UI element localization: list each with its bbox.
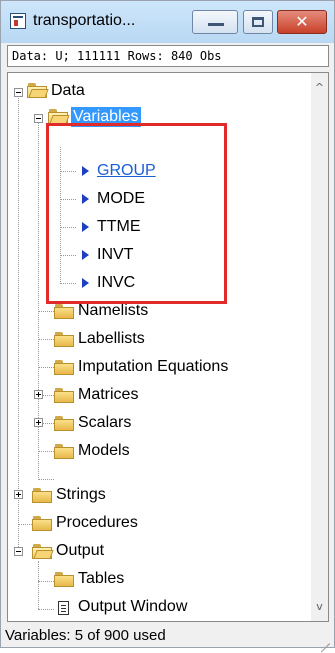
status-text: Variables: 5 of 900 used: [5, 627, 166, 644]
expander-minus-icon[interactable]: [14, 547, 23, 556]
folder-open-icon: [32, 544, 54, 559]
tree-line: [38, 367, 54, 368]
maximize-icon: [252, 17, 264, 27]
highlight-box: [46, 123, 227, 304]
folder-open-icon: [27, 83, 49, 98]
tree-line: [38, 451, 54, 452]
tree-line: [38, 479, 54, 480]
tree-line: [38, 339, 54, 340]
expander-plus-icon[interactable]: [34, 390, 43, 399]
folder-open-icon: [48, 109, 70, 124]
tree-node-matrices[interactable]: Matrices: [78, 385, 138, 405]
folder-icon: [54, 416, 74, 431]
app-icon[interactable]: [10, 13, 26, 29]
folder-icon: [54, 332, 74, 347]
tree-node-procedures[interactable]: Procedures: [56, 513, 138, 533]
expander-plus-icon[interactable]: [14, 490, 23, 499]
tree-line: [38, 561, 39, 609]
tree-line: [38, 311, 54, 312]
resize-grip-icon[interactable]: [318, 632, 330, 653]
folder-icon: [54, 444, 74, 459]
tree-node-tables[interactable]: Tables: [78, 569, 124, 589]
folder-icon: [32, 488, 52, 503]
folder-icon: [54, 572, 74, 587]
expander-minus-icon[interactable]: [14, 88, 23, 97]
folder-icon: [32, 516, 52, 531]
tree-node-namelists[interactable]: Namelists: [78, 301, 148, 321]
tree-node-imputation-equations[interactable]: Imputation Equations: [78, 357, 228, 377]
status-bar: Variables: 5 of 900 used: [1, 625, 334, 653]
tree-node-output[interactable]: Output: [56, 541, 104, 561]
expander-minus-icon[interactable]: [34, 114, 43, 123]
folder-icon: [54, 360, 74, 375]
tree-line: [38, 609, 54, 610]
folder-icon: [54, 388, 74, 403]
tree-line: [18, 93, 19, 553]
app-window: transportatio... ✕ Data: U; 111111 Rows:…: [0, 0, 335, 653]
maximize-button[interactable]: [243, 10, 273, 34]
folder-icon: [54, 304, 74, 319]
document-icon: [58, 601, 69, 615]
tree-node-models[interactable]: Models: [78, 441, 130, 461]
close-icon: ✕: [295, 12, 309, 31]
tree-node-scalars[interactable]: Scalars: [78, 413, 131, 433]
tree-node-output-window[interactable]: Output Window: [78, 597, 187, 617]
vertical-scrollbar[interactable]: ^ v: [311, 73, 328, 621]
scroll-down-icon[interactable]: v: [311, 598, 328, 615]
tree-node-data[interactable]: Data: [51, 81, 85, 101]
minimize-icon: [208, 23, 224, 26]
title-bar[interactable]: transportatio... ✕: [1, 1, 334, 43]
tree-node-labellists[interactable]: Labellists: [78, 329, 145, 349]
scroll-up-icon[interactable]: ^: [311, 79, 328, 96]
project-tree[interactable]: Data Variables GROUP MODE TTME INVT INVC…: [7, 72, 329, 622]
window-title: transportatio...: [33, 12, 136, 29]
minimize-button[interactable]: [192, 10, 238, 34]
data-info-bar: Data: U; 111111 Rows: 840 Obs: [7, 45, 329, 67]
tree-line: [38, 581, 54, 582]
close-button[interactable]: ✕: [277, 10, 327, 34]
tree-node-strings[interactable]: Strings: [56, 485, 106, 505]
expander-plus-icon[interactable]: [34, 418, 43, 427]
